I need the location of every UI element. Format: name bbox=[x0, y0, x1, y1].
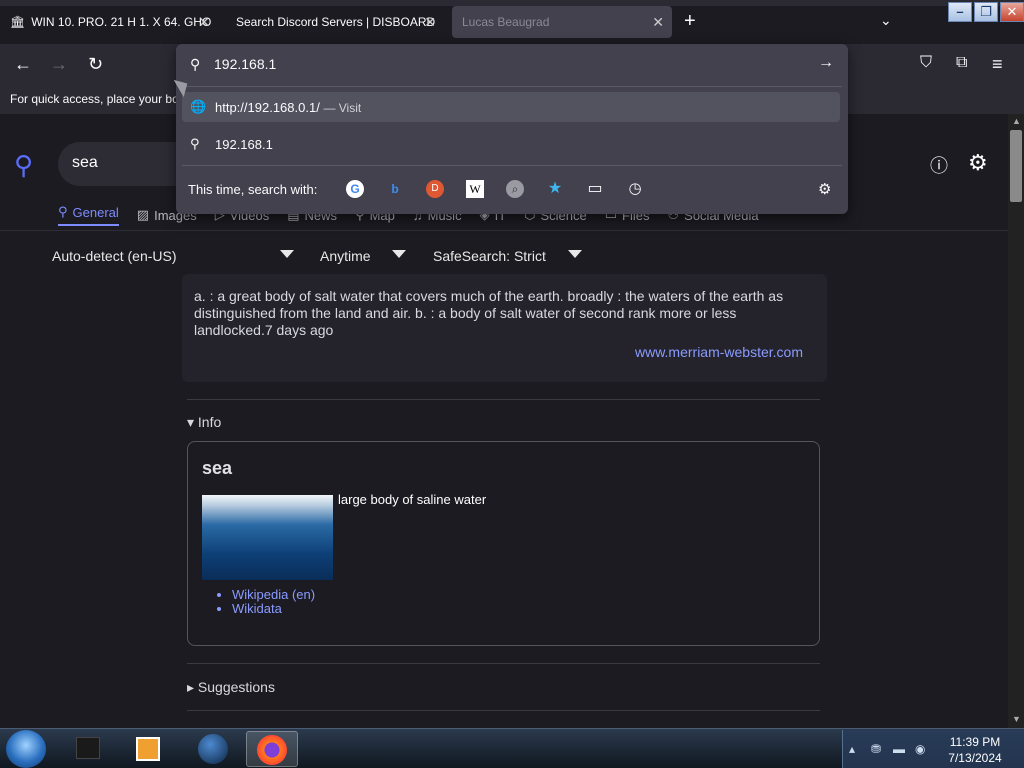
bing-engine-icon[interactable]: b bbox=[386, 180, 404, 198]
tab-win10[interactable]: 🏛 WIN 10. PRO. 21 H 1. X 64. GHO ✕ bbox=[0, 6, 218, 38]
system-tray: ▴ ⛃ ▬ ◉ 11:39 PM 7/13/2024 bbox=[842, 730, 1024, 768]
chevron-up-icon[interactable]: ▴ bbox=[849, 742, 855, 756]
wikipedia-link[interactable]: Wikipedia (en) bbox=[232, 588, 315, 602]
taskbar-app-globe[interactable] bbox=[186, 731, 238, 767]
infobox: sea large body of saline water Wikipedia… bbox=[187, 441, 820, 646]
bookmarks-star-icon[interactable]: ★ bbox=[546, 180, 564, 198]
search-icon: ⚲ bbox=[58, 204, 68, 219]
answer-source-link[interactable]: www.merriam-webster.com bbox=[635, 344, 803, 361]
safesearch-select[interactable]: SafeSearch: Strict bbox=[433, 248, 546, 264]
media-player-icon bbox=[136, 737, 160, 761]
back-button[interactable]: ← bbox=[14, 54, 32, 75]
clock-date: 7/13/2024 bbox=[948, 751, 1002, 765]
tab-title: Lucas Beaugrad bbox=[462, 15, 550, 29]
network-icon[interactable]: ⛃ bbox=[871, 742, 881, 756]
caret-down-icon[interactable] bbox=[280, 250, 294, 258]
answer-text: a. : a great body of salt water that cov… bbox=[194, 288, 784, 338]
answer-card: a. : a great body of salt water that cov… bbox=[182, 274, 827, 382]
url-input[interactable]: 192.168.1 bbox=[214, 56, 276, 72]
infobox-description: large body of saline water bbox=[338, 492, 487, 507]
clock-time: 11:39 PM bbox=[949, 735, 1001, 749]
tabs-icon[interactable]: ▭ bbox=[586, 180, 604, 198]
new-tab-button[interactable]: + bbox=[684, 10, 696, 33]
suggestion-text: 192.168.1 bbox=[215, 137, 273, 152]
infobox-links: Wikipedia (en) Wikidata bbox=[232, 588, 315, 616]
suggestion-search[interactable]: ⚲ 192.168.1 bbox=[182, 129, 840, 159]
scrollbar[interactable]: ▲ ▼ bbox=[1008, 114, 1024, 728]
divider bbox=[182, 86, 842, 87]
url-dropdown: ⚲ 192.168.1 → 🌐 http://192.168.0.1/ — Vi… bbox=[176, 44, 848, 214]
restore-button[interactable]: ❐ bbox=[974, 2, 998, 22]
tab-general[interactable]: ⚲ General bbox=[58, 204, 119, 226]
image-icon: ▨ bbox=[136, 207, 150, 222]
divider bbox=[187, 399, 820, 400]
taskbar-app-media[interactable] bbox=[122, 731, 174, 767]
clock[interactable]: 11:39 PM 7/13/2024 bbox=[939, 734, 1011, 766]
google-engine-icon[interactable]: G bbox=[346, 180, 364, 198]
taskbar: ▴ ⛃ ▬ ◉ 11:39 PM 7/13/2024 bbox=[0, 728, 1024, 768]
divider bbox=[187, 710, 820, 711]
tab-title: Search Discord Servers | DISBOARD bbox=[236, 15, 436, 29]
window-controls: – ❐ ✕ bbox=[948, 2, 1024, 22]
gear-icon[interactable]: ⚙ bbox=[818, 180, 831, 198]
history-clock-icon[interactable]: ◷ bbox=[626, 180, 644, 198]
pocket-icon[interactable]: ⛉ bbox=[920, 54, 932, 72]
info-icon[interactable]: ⓘ bbox=[930, 152, 948, 178]
taskbar-app-box[interactable] bbox=[62, 731, 114, 767]
scroll-up-icon[interactable]: ▲ bbox=[1012, 116, 1021, 126]
url-bar[interactable]: ⚲ 192.168.1 → bbox=[176, 44, 848, 86]
caret-down-icon[interactable] bbox=[568, 250, 582, 258]
info-section-toggle[interactable]: ▾ Info bbox=[187, 414, 221, 431]
forward-button[interactable]: → bbox=[50, 54, 68, 75]
reload-button[interactable]: ↻ bbox=[88, 54, 103, 75]
divider bbox=[187, 663, 820, 664]
wikipedia-engine-icon[interactable]: W bbox=[466, 180, 484, 198]
minimize-button[interactable]: – bbox=[948, 2, 972, 22]
go-arrow-icon[interactable]: → bbox=[818, 54, 834, 72]
wikidata-link[interactable]: Wikidata bbox=[232, 602, 315, 616]
bank-icon: 🏛 bbox=[10, 15, 26, 29]
firefox-icon bbox=[257, 735, 287, 765]
suggestion-url: http://192.168.0.1/ bbox=[215, 100, 320, 115]
globe-icon bbox=[198, 734, 228, 764]
gear-icon[interactable]: ⚙ bbox=[968, 150, 988, 176]
box-icon bbox=[76, 737, 100, 759]
taskbar-app-firefox[interactable] bbox=[246, 731, 298, 767]
close-icon[interactable]: ✕ bbox=[198, 14, 210, 31]
tab-title: WIN 10. PRO. 21 H 1. X 64. GHO bbox=[31, 15, 212, 29]
monitor-icon[interactable]: ▬ bbox=[893, 742, 905, 756]
divider bbox=[182, 165, 842, 166]
language-select[interactable]: Auto-detect (en-US) bbox=[52, 248, 177, 264]
duckduckgo-engine-icon[interactable]: D bbox=[426, 180, 444, 198]
caret-down-icon[interactable] bbox=[392, 250, 406, 258]
search-icon: ⚲ bbox=[190, 136, 200, 151]
chevron-down-icon[interactable]: ⌄ bbox=[880, 12, 892, 29]
time-select[interactable]: Anytime bbox=[320, 248, 371, 264]
searx-engine-icon[interactable]: ⌕ bbox=[506, 180, 524, 198]
start-button[interactable] bbox=[6, 730, 46, 768]
tab-strip: 🏛 WIN 10. PRO. 21 H 1. X 64. GHO ✕ Searc… bbox=[0, 0, 1024, 44]
search-with-label: This time, search with: bbox=[188, 182, 318, 197]
search-icon: ⚲ bbox=[190, 56, 201, 72]
scrollbar-thumb[interactable] bbox=[1010, 130, 1022, 202]
volume-icon[interactable]: ◉ bbox=[915, 742, 925, 756]
window-close-button[interactable]: ✕ bbox=[1000, 2, 1024, 22]
tab-active[interactable]: Lucas Beaugrad ✕ bbox=[452, 6, 672, 38]
sea-image bbox=[202, 495, 333, 580]
suggestions-toggle[interactable]: ▸ Suggestions bbox=[187, 679, 275, 696]
close-icon[interactable]: ✕ bbox=[424, 14, 436, 31]
infobox-title: sea bbox=[202, 458, 233, 478]
tab-disboard[interactable]: Search Discord Servers | DISBOARD ✕ bbox=[226, 6, 444, 38]
close-icon[interactable]: ✕ bbox=[652, 14, 664, 31]
divider bbox=[0, 230, 1008, 231]
menu-button[interactable]: ≡ bbox=[992, 54, 1003, 75]
extensions-icon[interactable]: ⧉ bbox=[956, 54, 967, 72]
suggestion-visit[interactable]: 🌐 http://192.168.0.1/ — Visit bbox=[182, 92, 840, 122]
globe-icon: 🌐 bbox=[190, 99, 207, 114]
search-logo-icon[interactable]: ⚲ bbox=[14, 150, 33, 181]
scroll-down-icon[interactable]: ▼ bbox=[1012, 714, 1021, 724]
suggestion-action: — Visit bbox=[323, 101, 362, 115]
